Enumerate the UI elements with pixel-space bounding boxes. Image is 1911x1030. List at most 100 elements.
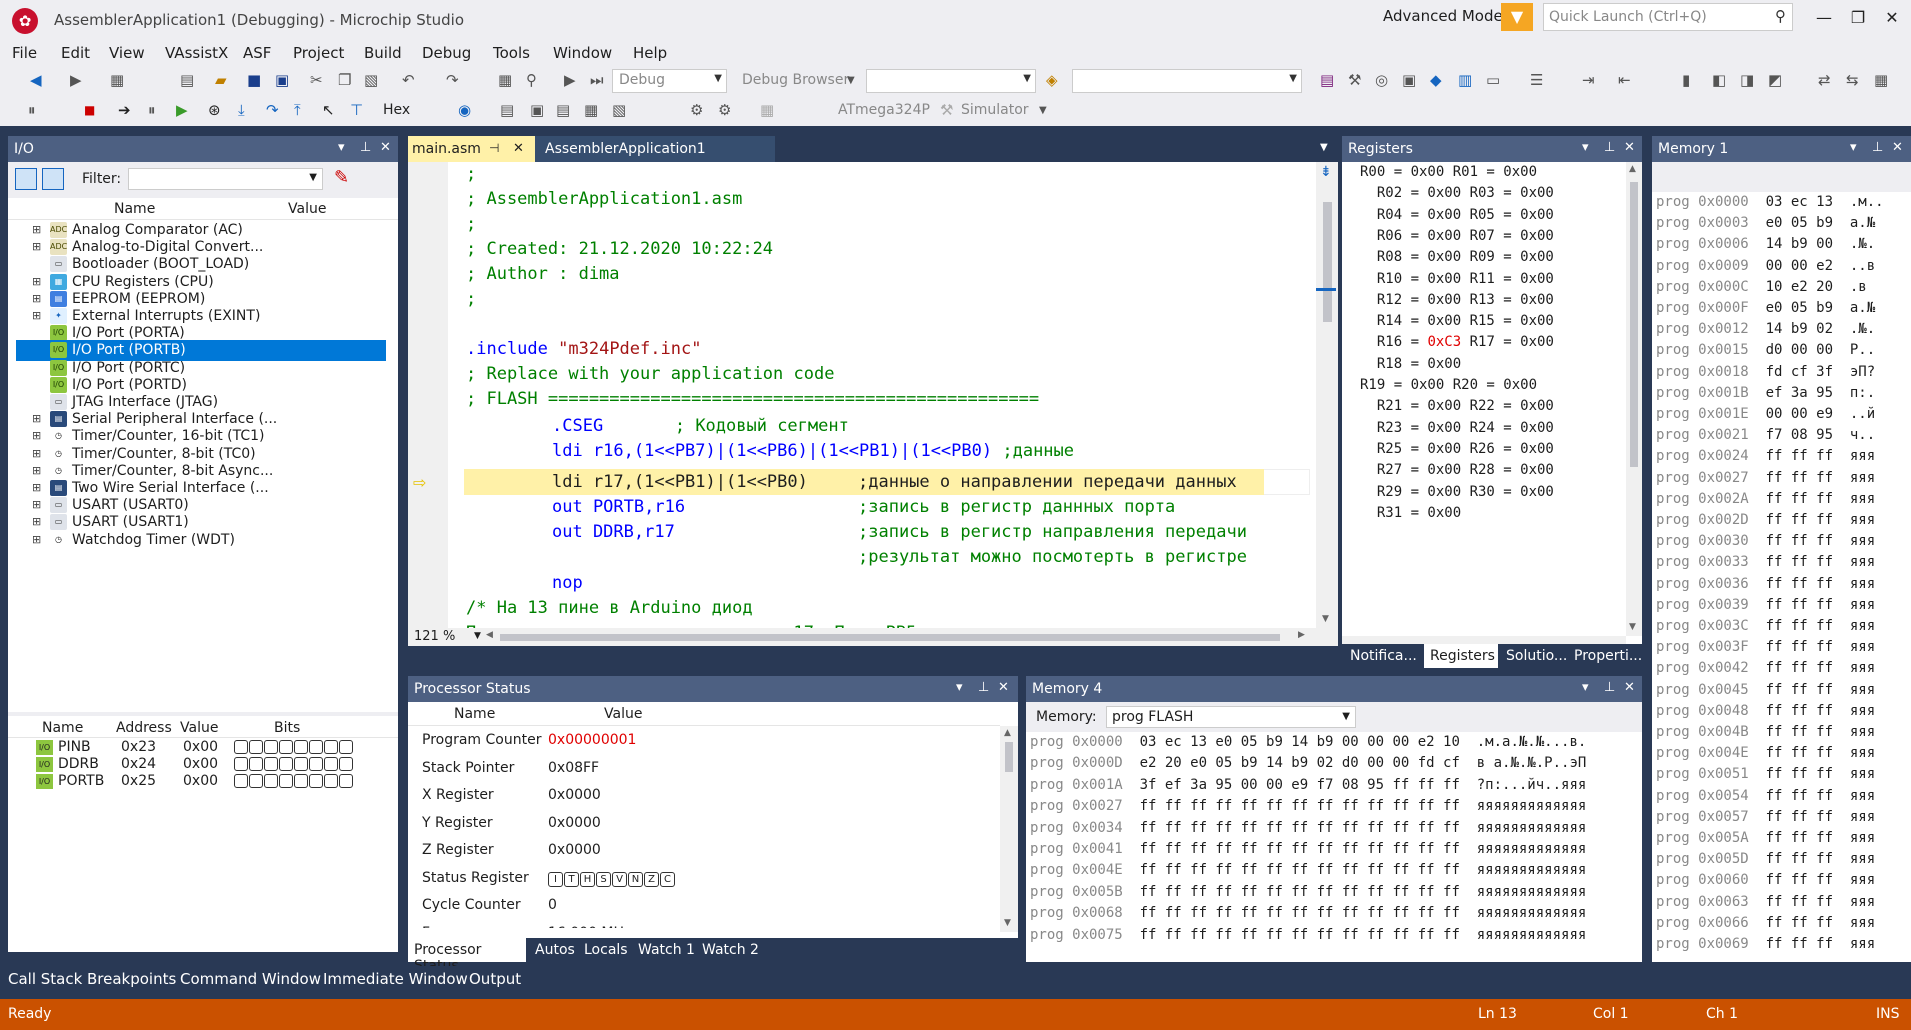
- processor-field-value[interactable]: 0x00000001: [548, 732, 636, 748]
- minimize-button[interactable]: —: [1809, 8, 1839, 27]
- window-icon[interactable]: ▭: [1486, 71, 1500, 89]
- tab-processor-status[interactable]: Processor Status: [408, 938, 526, 974]
- start-icon[interactable]: ▶: [564, 71, 576, 89]
- bit-box[interactable]: [339, 774, 353, 788]
- tab-command-window[interactable]: Command Window: [180, 970, 321, 988]
- expand-icon[interactable]: ⊞: [32, 309, 41, 322]
- bit-box[interactable]: [264, 774, 278, 788]
- dropdown-icon[interactable]: ▾: [956, 680, 963, 695]
- menu-window[interactable]: Window: [553, 42, 612, 62]
- next-bookmark-icon[interactable]: ◨: [1740, 71, 1754, 89]
- chevron-down-icon[interactable]: ▼: [847, 75, 855, 86]
- scroll-left-icon[interactable]: ◀: [486, 630, 493, 640]
- processor-field-value[interactable]: ITHSVNZC: [548, 870, 676, 887]
- menu-file[interactable]: File: [12, 42, 37, 62]
- expand-icon[interactable]: ⊞: [32, 533, 41, 546]
- advanced-mode-label[interactable]: Advanced Mode: [1383, 7, 1503, 25]
- program-icon[interactable]: ▥: [1458, 71, 1472, 89]
- reset-icon[interactable]: ⊤: [350, 101, 363, 119]
- bit-box[interactable]: [249, 774, 263, 788]
- add-item-icon[interactable]: ▤: [180, 71, 194, 89]
- registers-vscroll[interactable]: ▲ ▼: [1626, 162, 1642, 636]
- processor-field-value[interactable]: 0x0000: [548, 787, 601, 803]
- io-register-row[interactable]: I/O PINB 0x23 0x00: [8, 739, 398, 757]
- wrench-icon[interactable]: ⚒: [1348, 71, 1361, 89]
- tab-main-asm[interactable]: main.asm ⊣ ✕: [408, 136, 535, 162]
- bit-box[interactable]: [234, 740, 248, 754]
- status-flag[interactable]: I: [548, 871, 563, 887]
- status-flag[interactable]: V: [612, 871, 627, 887]
- bit-box[interactable]: [294, 757, 308, 771]
- expand-icon[interactable]: ⊞: [32, 429, 41, 442]
- edit-icon[interactable]: ✎: [334, 167, 349, 188]
- dropdown-icon[interactable]: ▾: [1582, 680, 1589, 695]
- options-icon[interactable]: ▦: [1874, 71, 1888, 89]
- bit-box[interactable]: [309, 757, 323, 771]
- split-icon[interactable]: ⇟: [1320, 164, 1332, 180]
- open-file-icon[interactable]: ▰: [215, 71, 227, 89]
- tab-notifications[interactable]: Notifica...: [1350, 648, 1417, 664]
- close-icon[interactable]: ✕: [380, 140, 391, 155]
- tab-locals[interactable]: Locals: [584, 942, 628, 958]
- save-all-icon[interactable]: ▣: [275, 71, 289, 89]
- bit-box[interactable]: [234, 774, 248, 788]
- bit-box[interactable]: [264, 740, 278, 754]
- scroll-up-icon[interactable]: ▲: [1629, 164, 1636, 174]
- forward-icon[interactable]: ▶: [70, 71, 82, 89]
- hex-toggle[interactable]: Hex: [383, 102, 410, 118]
- dev-prog-icon[interactable]: ⚙: [690, 101, 703, 119]
- dropdown-icon[interactable]: ▾: [338, 140, 345, 155]
- scroll-thumb[interactable]: [1630, 182, 1638, 467]
- step-icon[interactable]: ⏭: [590, 71, 604, 89]
- chip-icon[interactable]: ▣: [1402, 71, 1416, 89]
- processor-field-value[interactable]: 16.000 MHz: [548, 925, 631, 929]
- tab-breakpoints[interactable]: Breakpoints: [87, 970, 176, 988]
- processor-field-value[interactable]: 0x08FF: [548, 760, 599, 776]
- tab-solution[interactable]: Solutio...: [1506, 648, 1567, 664]
- close-icon[interactable]: ✕: [1624, 140, 1635, 155]
- close-icon[interactable]: ✕: [998, 680, 1009, 695]
- break-all-icon[interactable]: ⏸: [148, 101, 156, 119]
- tool-icon[interactable]: ⚒: [940, 101, 953, 119]
- step-into-icon[interactable]: ⤓: [238, 101, 245, 119]
- status-flag[interactable]: C: [660, 871, 675, 887]
- bit-box[interactable]: [339, 757, 353, 771]
- tab-list-icon[interactable]: ▼: [1320, 142, 1328, 153]
- bit-box[interactable]: [324, 740, 338, 754]
- bit-box[interactable]: [294, 740, 308, 754]
- quick-launch-input[interactable]: Quick Launch (Ctrl+Q) ⚲: [1543, 3, 1793, 31]
- tab-immediate-window[interactable]: Immediate Window: [323, 970, 468, 988]
- status-flag[interactable]: S: [596, 871, 611, 887]
- watch-icon[interactable]: ▤: [556, 101, 570, 119]
- step-out-icon[interactable]: ⤒: [294, 101, 301, 119]
- pin-icon[interactable]: ⊣: [489, 141, 499, 155]
- menu-tools[interactable]: Tools: [493, 42, 530, 62]
- view-mode-icon[interactable]: [15, 168, 37, 190]
- tab-autos[interactable]: Autos: [535, 942, 575, 958]
- scroll-down-icon[interactable]: ▼: [1004, 918, 1011, 928]
- menu-debug[interactable]: Debug: [422, 42, 471, 62]
- back-icon[interactable]: ◀: [30, 71, 42, 89]
- stop-debugging-icon[interactable]: ■: [84, 103, 95, 117]
- expand-icon[interactable]: ⊞: [32, 464, 41, 477]
- outdent-icon[interactable]: ⇤: [1618, 71, 1631, 89]
- bookmark-icon[interactable]: ▮: [1682, 71, 1690, 89]
- bit-box[interactable]: [324, 774, 338, 788]
- pin-icon[interactable]: ⊥: [1872, 140, 1883, 155]
- processor-vscroll[interactable]: ▲ ▼: [1000, 726, 1018, 932]
- breakpoints-icon[interactable]: ◉: [458, 101, 471, 119]
- tab-watch2[interactable]: Watch 2: [702, 942, 759, 958]
- status-flag[interactable]: H: [580, 871, 595, 887]
- bit-box[interactable]: [234, 757, 248, 771]
- find-icon[interactable]: ⚲: [526, 71, 537, 89]
- bit-box[interactable]: [279, 757, 293, 771]
- expand-icon[interactable]: ⊞: [32, 223, 41, 236]
- undo-icon[interactable]: ↶: [402, 71, 415, 89]
- grid-icon[interactable]: ▦: [498, 71, 512, 89]
- new-project-icon[interactable]: ▦: [110, 71, 124, 89]
- scroll-down-icon[interactable]: ▼: [1629, 622, 1636, 632]
- solution-icon[interactable]: ◈: [1046, 71, 1058, 89]
- bit-box[interactable]: [279, 740, 293, 754]
- expand-icon[interactable]: ⊞: [32, 515, 41, 528]
- scroll-thumb[interactable]: [1323, 202, 1332, 322]
